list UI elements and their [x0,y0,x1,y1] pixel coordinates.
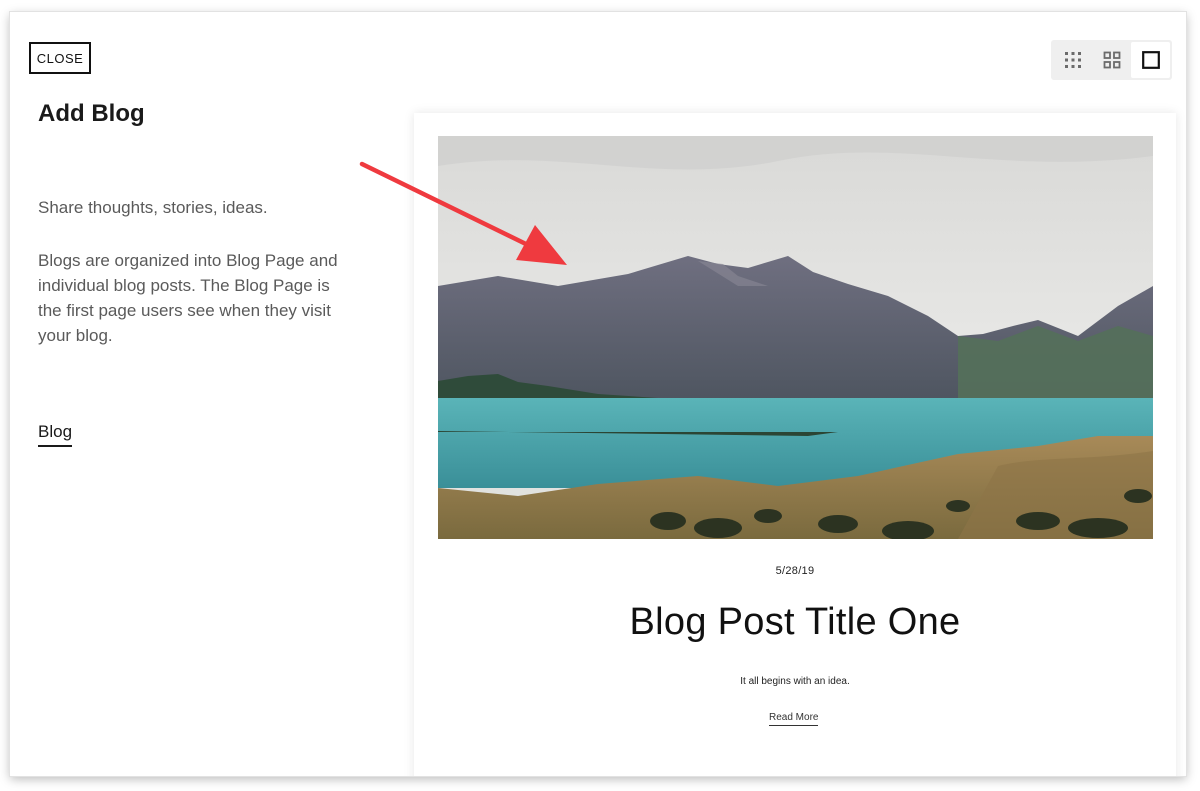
read-more-link[interactable]: Read More [769,712,819,726]
panel-heading: Add Blog [38,100,145,127]
single-square-icon [1141,51,1160,69]
blog-option-link[interactable]: Blog [38,422,73,447]
hero-landscape-image [438,136,1153,539]
close-button[interactable]: CLOSE [29,42,91,74]
grid-2x2-icon [1103,51,1120,69]
grid-3x3-icon [1064,52,1081,68]
post-excerpt: It all begins with an idea. [740,676,850,687]
blog-preview: 5/28/19 Blog Post Title One It all begin… [414,113,1176,776]
layout-option-single[interactable] [1131,42,1170,78]
panel-tagline: Share thoughts, stories, ideas. [38,198,268,217]
layout-option-grid-3x3[interactable] [1053,42,1092,78]
layout-toggle [1051,40,1172,80]
layout-option-grid-2x2[interactable] [1092,42,1131,78]
panel-description: Blogs are organized into Blog Page and i… [38,251,338,345]
post-title: Blog Post Title One [629,601,961,643]
add-blog-panel: CLOSE Add Blog Share thoughts, stories, … [10,12,1186,776]
post-date: 5/28/19 [775,565,815,577]
